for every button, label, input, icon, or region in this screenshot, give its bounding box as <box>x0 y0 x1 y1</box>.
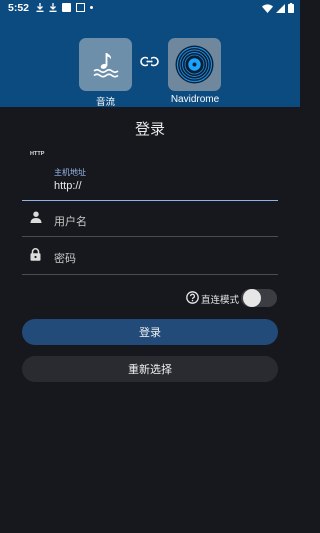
app-header <box>0 0 300 107</box>
username-underline <box>22 236 278 237</box>
wifi-icon <box>262 3 273 13</box>
username-field[interactable]: 用户名 <box>22 201 278 237</box>
reselect-button[interactable]: 重新选择 <box>22 356 278 382</box>
http-icon: HTTP <box>30 151 45 157</box>
host-address-label: 主机地址 <box>54 168 86 177</box>
vinyl-disc-icon <box>175 45 214 84</box>
direct-mode-toggle[interactable] <box>241 289 277 307</box>
password-underline <box>22 274 278 275</box>
navidrome-app-tile <box>168 38 221 91</box>
status-time: 5:52 <box>8 2 30 14</box>
host-address-field[interactable]: 主机地址 http:// <box>22 161 278 201</box>
page-title: 登录 <box>134 120 165 138</box>
battery-icon <box>288 3 294 13</box>
app-notification-icon <box>76 3 85 12</box>
system-icons <box>262 3 294 13</box>
lock-icon <box>30 248 41 261</box>
notification-icons <box>36 3 93 12</box>
person-icon <box>30 211 42 223</box>
password-input[interactable]: 密码 <box>54 250 76 266</box>
yinliu-app-tile <box>79 38 132 91</box>
music-waves-icon <box>93 53 119 78</box>
username-input[interactable]: 用户名 <box>54 213 87 229</box>
link-icon <box>140 56 159 67</box>
navidrome-app-label: Navidrome <box>170 94 220 105</box>
direct-mode-label: 直连模式 <box>201 295 240 306</box>
password-field[interactable]: 密码 <box>22 238 278 275</box>
toggle-knob <box>243 289 261 307</box>
more-notifications-icon <box>90 6 93 9</box>
app-notification-icon <box>62 3 71 12</box>
help-circle-icon[interactable] <box>186 291 199 304</box>
host-address-input[interactable]: http:// <box>54 180 82 192</box>
login-button[interactable]: 登录 <box>22 319 278 345</box>
download-icon <box>36 3 44 12</box>
download-icon <box>49 3 57 12</box>
signal-icon <box>276 3 285 13</box>
yinliu-app-label: 音流 <box>95 97 115 108</box>
status-bar: 5:52 <box>0 0 300 16</box>
